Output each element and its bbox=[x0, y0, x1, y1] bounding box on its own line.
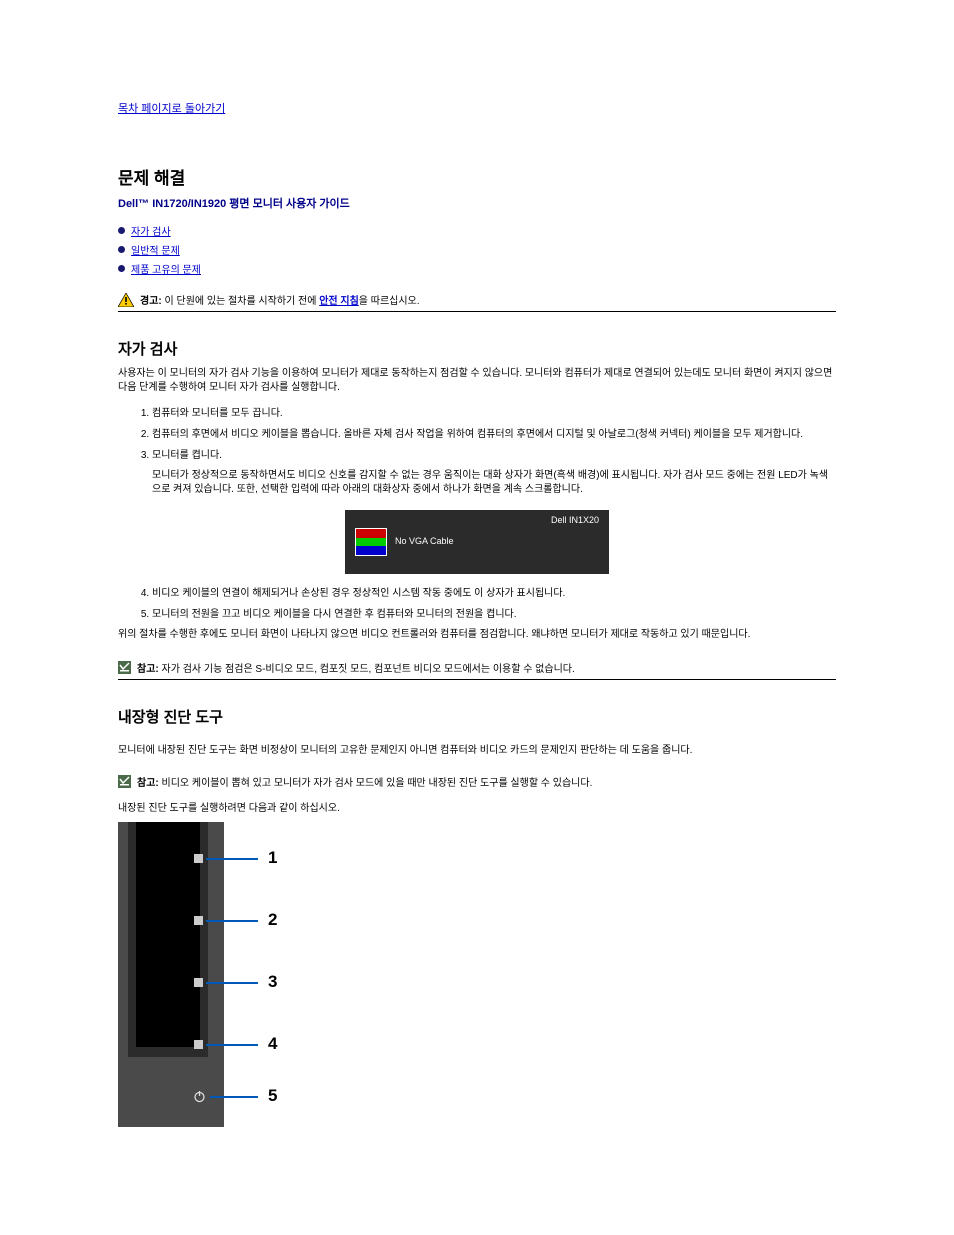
note-icon bbox=[118, 775, 131, 788]
safety-instructions-link[interactable]: 안전 지침 bbox=[319, 296, 359, 307]
bid-note-text: 비디오 케이블이 뽑혀 있고 모니터가 자가 검사 모드에 있을 때만 내장된 … bbox=[159, 778, 593, 789]
step-5: 모니터의 전원을 끄고 비디오 케이블을 다시 연결한 후 컴퓨터와 모니터의 … bbox=[152, 605, 836, 620]
power-icon bbox=[193, 1090, 206, 1103]
note-text: 자가 검사 기능 점검은 S-비디오 모드, 컴포짓 모드, 컴포넌트 비디오 … bbox=[159, 664, 575, 675]
step-2: 컴퓨터의 후면에서 비디오 케이블을 뽑습니다. 올바른 자체 검사 작업을 위… bbox=[152, 425, 836, 440]
callout-2: 2 bbox=[268, 910, 277, 930]
caution-text-2: 을 따르십시오. bbox=[359, 296, 420, 307]
page-title: 문제 해결 bbox=[118, 164, 836, 189]
divider bbox=[118, 679, 836, 680]
caution-label: 경고: bbox=[140, 296, 162, 307]
bid-note-label: 참고: bbox=[137, 778, 159, 789]
step-4: 비디오 케이블의 연결이 해제되거나 손상된 경우 정상적인 시스템 작동 중에… bbox=[152, 584, 836, 599]
back-to-toc-link[interactable]: 목차 페이지로 돌아가기 bbox=[118, 103, 225, 115]
callout-1: 1 bbox=[268, 848, 277, 868]
step-1: 컴퓨터와 모니터를 모두 끕니다. bbox=[152, 404, 836, 419]
caution-row: 경고: 이 단원에 있는 절차를 시작하기 전에 안전 지침을 따르십시오. bbox=[118, 292, 836, 307]
osd-model-label: Dell IN1X20 bbox=[551, 515, 599, 525]
divider bbox=[118, 311, 836, 312]
callout-3: 3 bbox=[268, 972, 277, 992]
bullet-icon bbox=[118, 265, 125, 272]
page-subtitle: Dell™ IN1720/IN1920 평면 모니터 사용자 가이드 bbox=[118, 195, 836, 211]
osd-message: No VGA Cable bbox=[395, 536, 454, 546]
caution-text-1: 이 단원에 있는 절차를 시작하기 전에 bbox=[162, 296, 319, 307]
self-test-p3: 위의 절차를 수행한 후에도 모니터 화면이 나타나지 않으면 비디오 컨트롤러… bbox=[118, 628, 836, 642]
bullet-icon bbox=[118, 246, 125, 253]
self-test-heading: 자가 검사 bbox=[118, 338, 836, 359]
warning-icon bbox=[118, 293, 134, 307]
self-test-steps-1: 컴퓨터와 모니터를 모두 끕니다. 컴퓨터의 후면에서 비디오 케이블을 뽑습니… bbox=[118, 404, 836, 461]
self-test-p2: 모니터가 정상적으로 동작하면서도 비디오 신호를 감지할 수 없는 경우 움직… bbox=[118, 469, 836, 496]
bid-p2: 내장된 진단 도구를 실행하려면 다음과 같이 하십시오. bbox=[118, 799, 836, 814]
rgb-bars-icon bbox=[355, 528, 387, 556]
bullet-icon bbox=[118, 227, 125, 234]
step-3: 모니터를 켭니다. bbox=[152, 446, 836, 461]
panel-button-2 bbox=[194, 916, 203, 925]
panel-button-4 bbox=[194, 1040, 203, 1049]
toc-link-common-problems[interactable]: 일반적 문제 bbox=[131, 242, 180, 257]
callout-4: 4 bbox=[268, 1034, 277, 1054]
bid-intro: 모니터에 내장된 진단 도구는 화면 비정상이 모니터의 고유한 문제인지 아니… bbox=[118, 741, 836, 756]
self-test-steps-2: 비디오 케이블의 연결이 해제되거나 손상된 경우 정상적인 시스템 작동 중에… bbox=[118, 584, 836, 620]
note-row-2: 참고: 비디오 케이블이 뽑혀 있고 모니터가 자가 검사 모드에 있을 때만 … bbox=[118, 774, 836, 789]
self-test-intro: 사용자는 이 모니터의 자가 검사 기능을 이용하여 모니터가 제대로 동작하는… bbox=[118, 367, 836, 394]
note-label: 참고: bbox=[137, 664, 159, 675]
osd-dialog: Dell IN1X20 No VGA Cable bbox=[345, 510, 609, 574]
callout-5: 5 bbox=[268, 1086, 277, 1106]
note-row-1: 참고: 자가 검사 기능 점검은 S-비디오 모드, 컴포짓 모드, 컴포넌트 … bbox=[118, 660, 836, 675]
bid-heading: 내장형 진단 도구 bbox=[118, 706, 836, 727]
toc-list: 자가 검사 일반적 문제 제품 고유의 문제 bbox=[118, 223, 836, 276]
monitor-panel-diagram: 1 2 3 4 5 bbox=[118, 822, 298, 1127]
toc-link-self-test[interactable]: 자가 검사 bbox=[131, 223, 171, 238]
panel-button-3 bbox=[194, 978, 203, 987]
note-icon bbox=[118, 661, 131, 674]
panel-button-1 bbox=[194, 854, 203, 863]
toc-link-product-specific[interactable]: 제품 고유의 문제 bbox=[131, 261, 201, 276]
